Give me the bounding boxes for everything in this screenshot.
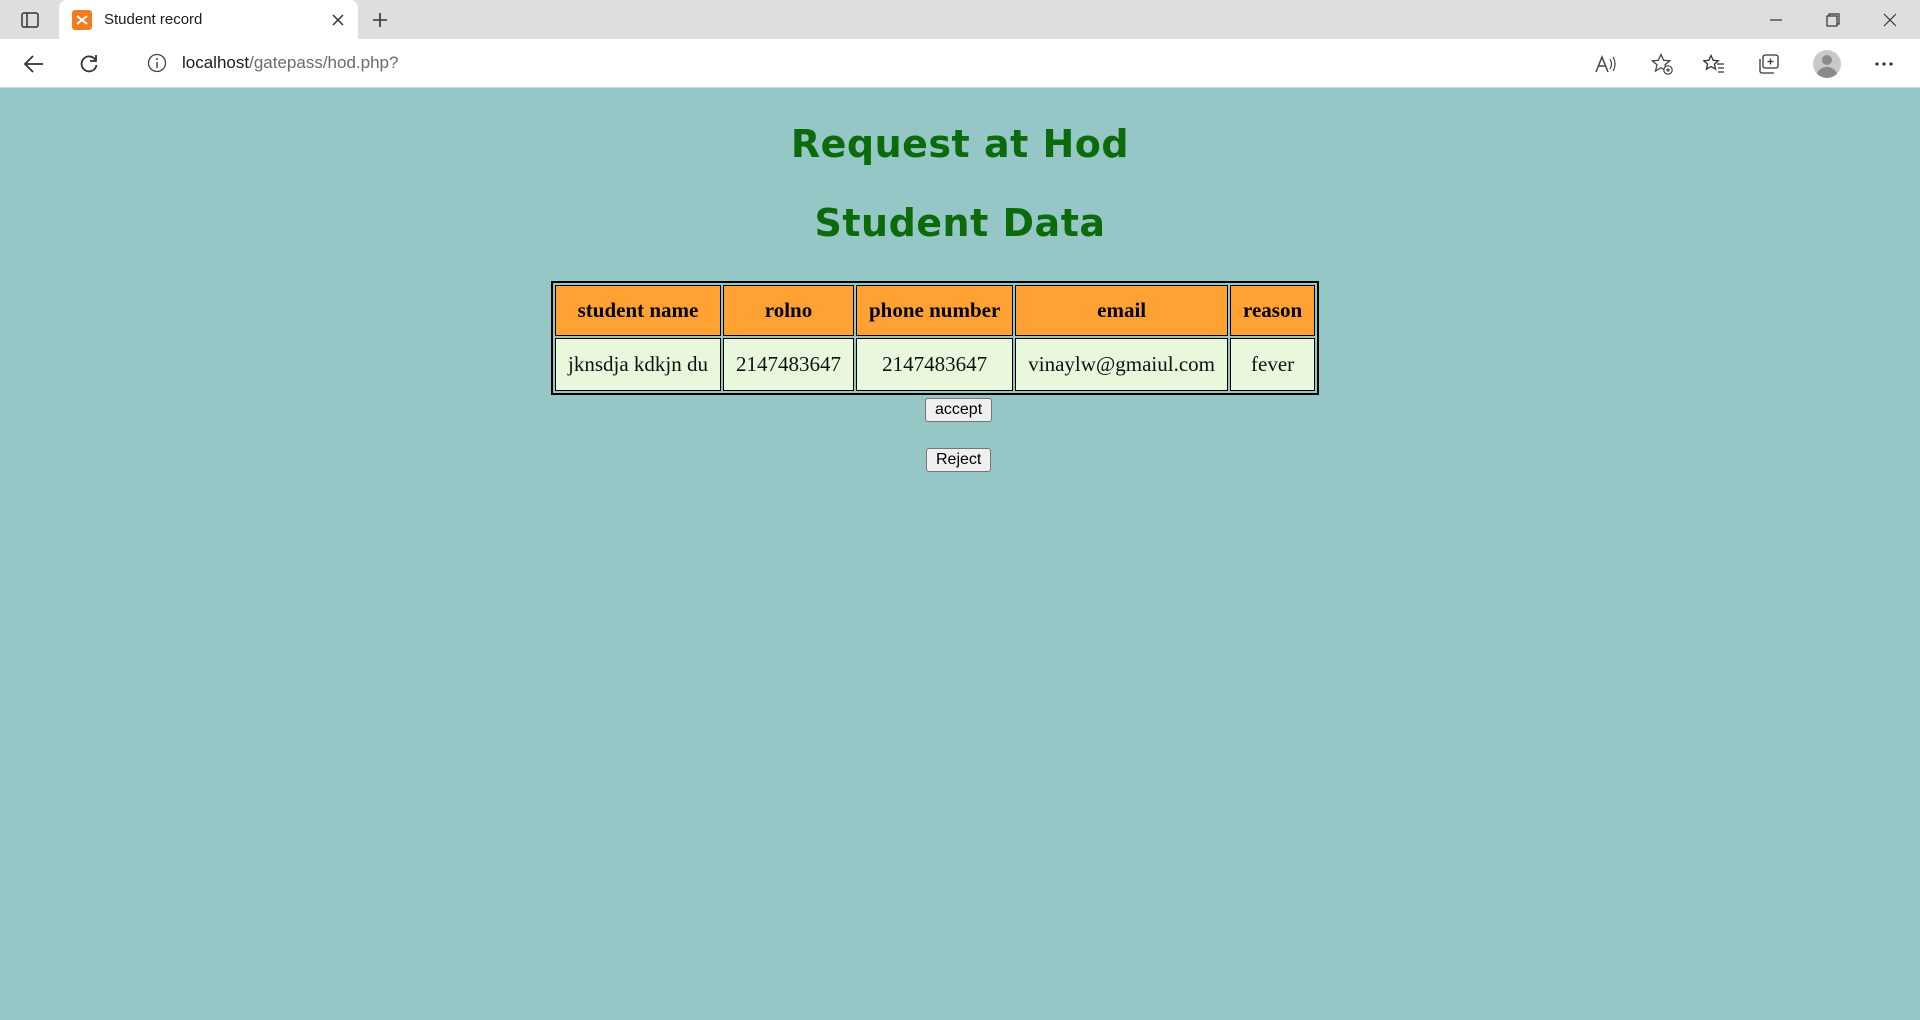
header-reason: reason	[1230, 285, 1316, 336]
collections-icon[interactable]	[1751, 46, 1787, 82]
page-content: Request at Hod Student Data student name…	[0, 88, 1920, 1020]
student-table: student name rolno phone number email re…	[551, 281, 1320, 395]
tab-strip: Student record	[0, 0, 1920, 39]
more-options-icon[interactable]	[1866, 46, 1902, 82]
header-rolno: rolno	[723, 285, 854, 336]
minimize-icon[interactable]	[1748, 0, 1804, 39]
tab-close-icon[interactable]	[324, 6, 352, 34]
info-icon[interactable]	[146, 52, 168, 74]
add-favorite-icon[interactable]	[1650, 52, 1674, 76]
url-host: localhost	[182, 53, 250, 72]
active-tab[interactable]: Student record	[59, 0, 358, 39]
close-window-icon[interactable]	[1862, 0, 1918, 39]
avatar	[1813, 50, 1841, 78]
url-text[interactable]: localhost/gatepass/hod.php?	[182, 53, 398, 73]
table-header-row: student name rolno phone number email re…	[555, 285, 1316, 336]
favorites-icon[interactable]	[1696, 46, 1732, 82]
tab-title: Student record	[104, 11, 203, 28]
page-title: Request at Hod	[790, 122, 1130, 166]
tab-actions-icon[interactable]	[14, 8, 46, 32]
cell-rolno: 2147483647	[723, 338, 854, 391]
accept-button[interactable]: accept	[925, 398, 993, 422]
new-tab-icon[interactable]	[366, 6, 394, 34]
cell-email: vinaylw@gmaiul.com	[1015, 338, 1229, 391]
reject-button[interactable]: Reject	[926, 448, 992, 472]
cell-reason: fever	[1230, 338, 1316, 391]
cell-phone-number: 2147483647	[856, 338, 1014, 391]
header-student-name: student name	[555, 285, 721, 336]
header-email: email	[1015, 285, 1229, 336]
read-aloud-icon[interactable]	[1594, 52, 1618, 76]
address-bar[interactable]: localhost/gatepass/hod.php?	[124, 44, 1680, 82]
header-phone-number: phone number	[856, 285, 1014, 336]
url-path: /gatepass/hod.php?	[249, 53, 399, 72]
xampp-favicon-icon	[72, 9, 92, 30]
reload-icon[interactable]	[71, 46, 107, 82]
section-title: Student Data	[814, 201, 1106, 245]
cell-student-name: jknsdja kdkjn du	[555, 338, 721, 391]
browser-toolbar: localhost/gatepass/hod.php?	[0, 39, 1920, 88]
profile-icon[interactable]	[1809, 46, 1845, 82]
restore-icon[interactable]	[1805, 0, 1861, 39]
table-row: jknsdja kdkjn du 2147483647 2147483647 v…	[555, 338, 1316, 391]
back-arrow-icon[interactable]	[16, 46, 52, 82]
